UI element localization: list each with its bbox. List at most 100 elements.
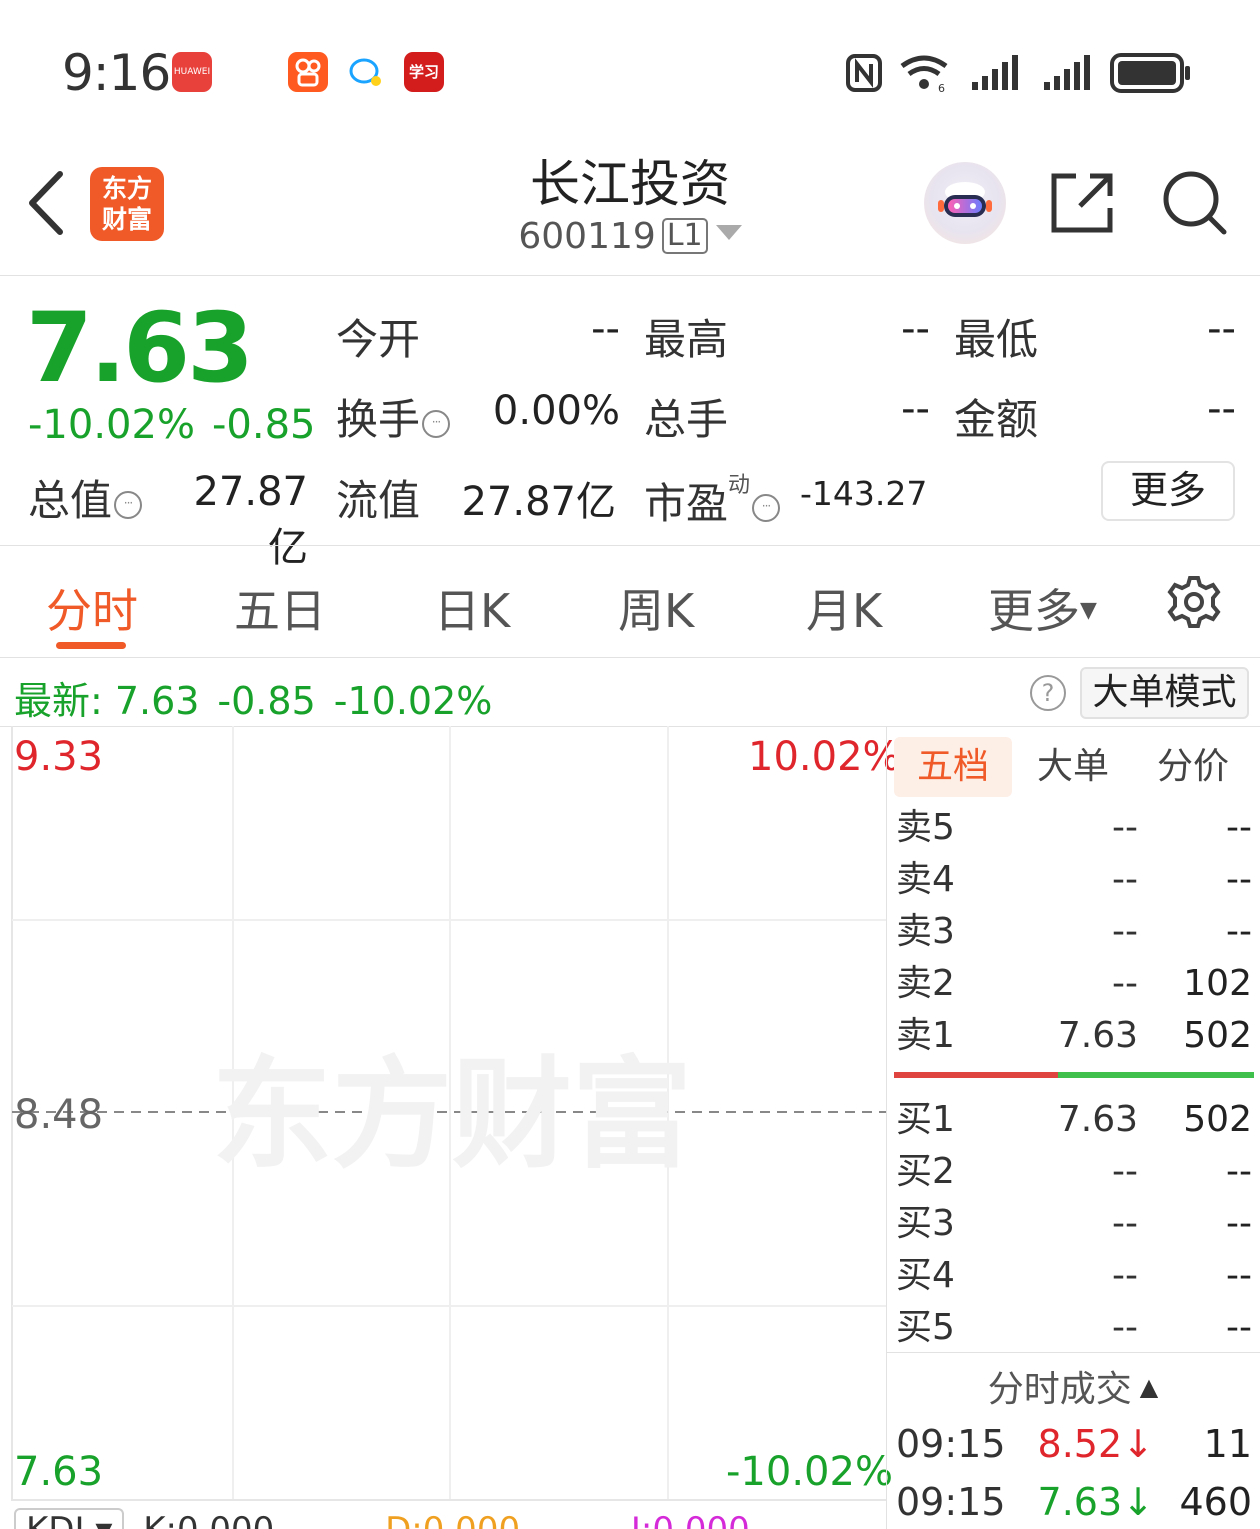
chat-bubble-icon — [346, 52, 386, 92]
chevron-up-icon: ▲ — [1139, 1373, 1159, 1401]
ai-assistant-robot-icon[interactable] — [924, 162, 1006, 244]
ask-row: 卖5 -- -- — [896, 807, 1252, 848]
big-order-mode-button[interactable]: 大单模式 — [1080, 667, 1249, 719]
signal-icon — [1044, 55, 1090, 90]
amount-value: -- — [1207, 386, 1236, 432]
total-volume-value: -- — [901, 386, 930, 432]
pe-value: -143.27 — [800, 474, 928, 513]
tab-weekly-k[interactable]: 周K — [618, 575, 694, 641]
open-label: 今开 — [336, 315, 421, 364]
back-arrow-icon[interactable] — [24, 168, 70, 238]
y-axis-high: 9.33 — [14, 734, 104, 780]
status-time: 9:16 — [62, 44, 171, 102]
latest-quote-row: 最新: 7.63 -0.85 -10.02% — [14, 670, 510, 725]
stock-name: 长江投资 — [530, 155, 730, 213]
ask-row: 卖1 7.63 502 — [896, 1015, 1252, 1056]
total-volume-label: 总手 — [644, 395, 729, 444]
intraday-chart[interactable]: 东方财富 — [0, 726, 890, 1529]
ask-row: 卖3 -- -- — [896, 911, 1252, 952]
y-axis-mid: 8.48 — [14, 1092, 104, 1138]
turnover-value: 0.00% — [492, 388, 620, 434]
gear-icon[interactable] — [1166, 574, 1222, 630]
latest-change-pct: -10.02% — [333, 679, 493, 723]
tab-price-distribution[interactable]: 分价 — [1134, 737, 1252, 797]
trade-row: 09:15 7.63↓ 460 — [896, 1480, 1252, 1524]
turnover-label[interactable]: 换手 ··· — [336, 386, 451, 447]
tab-five-day[interactable]: 五日 — [234, 575, 326, 641]
divider — [0, 545, 1260, 546]
change-percent: -10.02% — [28, 402, 195, 448]
low-label: 最低 — [954, 315, 1039, 364]
float-cap-label: 流值 — [336, 476, 421, 525]
ask-row: 卖2 -- 102 — [896, 963, 1252, 1004]
market-cap-value: 27.87亿 — [193, 469, 308, 571]
ask-strength-bar — [894, 1072, 1058, 1078]
bid-strength-bar — [1058, 1072, 1254, 1078]
tab-intraday[interactable]: 分时 — [46, 575, 138, 641]
info-ellipsis-icon[interactable]: ··· — [752, 494, 781, 522]
low-value: -- — [1207, 306, 1236, 352]
svg-text:6: 6 — [938, 82, 945, 94]
open-value: -- — [591, 306, 620, 352]
kuaishou-icon — [288, 52, 328, 92]
latest-label: 最新: — [14, 679, 103, 723]
trade-row: 09:15 8.52↓ 11 — [896, 1422, 1252, 1466]
huawei-appgallery-icon: HUAWEI — [172, 52, 212, 92]
high-value: -- — [901, 306, 930, 352]
dropdown-arrow-icon — [715, 225, 742, 240]
status-bar: 9:16 HUAWEI 学习 6 — [0, 0, 1260, 140]
divider — [0, 657, 1260, 658]
change-amount: -0.85 — [212, 402, 316, 448]
kdj-selector[interactable]: KDJ ▾ — [14, 1508, 125, 1529]
kdj-indicator-bar[interactable]: KDJ ▾ K:0.000 D:0.000 J:0.000 — [14, 1508, 886, 1529]
dropdown-arrow-icon: ▼ — [1080, 598, 1097, 623]
pct-axis-high: 10.02% — [748, 734, 901, 780]
nfc-icon — [846, 54, 882, 92]
wifi-icon: 6 — [900, 55, 948, 94]
latest-change: -0.85 — [217, 679, 316, 723]
search-icon[interactable] — [1162, 170, 1228, 236]
current-price: 7.63 — [26, 292, 254, 404]
info-ellipsis-icon[interactable]: ··· — [422, 410, 451, 438]
bid-row: 买1 7.63 502 — [896, 1099, 1252, 1140]
stock-code-selector[interactable]: 600119 L1 — [430, 216, 830, 257]
tab-monthly-k[interactable]: 月K — [806, 575, 882, 641]
battery-icon — [1110, 53, 1190, 93]
intraday-trades-toggle[interactable]: 分时成交 ▲ — [886, 1360, 1260, 1412]
level-badge: L1 — [661, 218, 708, 254]
pe-label[interactable]: 市盈动··· — [644, 467, 781, 531]
float-cap-value: 27.87亿 — [461, 479, 616, 525]
info-ellipsis-icon[interactable]: ··· — [114, 491, 143, 519]
bid-row: 买5 -- -- — [896, 1307, 1252, 1348]
xuexi-icon: 学习 — [404, 52, 444, 92]
ask-row: 卖4 -- -- — [896, 859, 1252, 900]
amount-label: 金额 — [954, 395, 1039, 444]
tab-big-orders[interactable]: 大单 — [1014, 737, 1132, 797]
y-axis-low: 7.63 — [14, 1449, 104, 1495]
stock-code: 600119 — [518, 216, 656, 257]
bid-row: 买3 -- -- — [896, 1203, 1252, 1244]
share-icon[interactable] — [1050, 172, 1114, 234]
bid-row: 买4 -- -- — [896, 1255, 1252, 1296]
divider — [0, 275, 1260, 276]
high-label: 最高 — [644, 315, 729, 364]
pct-axis-low: -10.02% — [726, 1449, 893, 1495]
kdj-j-value: J:0.000 — [631, 1510, 750, 1529]
pe-dynamic-superscript: 动 — [728, 473, 751, 498]
latest-price: 7.63 — [114, 679, 200, 723]
bid-row: 买2 -- -- — [896, 1151, 1252, 1192]
more-button[interactable]: 更多 — [1101, 461, 1235, 521]
signal-icon — [972, 55, 1018, 90]
status-indicators: 6 — [846, 53, 1190, 94]
kdj-d-value: D:0.000 — [385, 1510, 520, 1529]
kdj-k-value: K:0.000 — [143, 1510, 274, 1529]
active-tab-indicator — [56, 642, 126, 649]
tab-more[interactable]: 更多▼ — [988, 575, 1097, 641]
tab-daily-k[interactable]: 日K — [434, 575, 510, 641]
divider — [886, 1352, 1260, 1353]
market-cap-label[interactable]: 总值 ··· — [28, 467, 143, 528]
app-logo[interactable]: 东方 财富 — [90, 167, 164, 241]
help-icon[interactable]: ? — [1030, 675, 1066, 711]
tab-five-levels[interactable]: 五档 — [894, 737, 1012, 797]
chart-watermark: 东方财富 — [212, 1046, 692, 1185]
